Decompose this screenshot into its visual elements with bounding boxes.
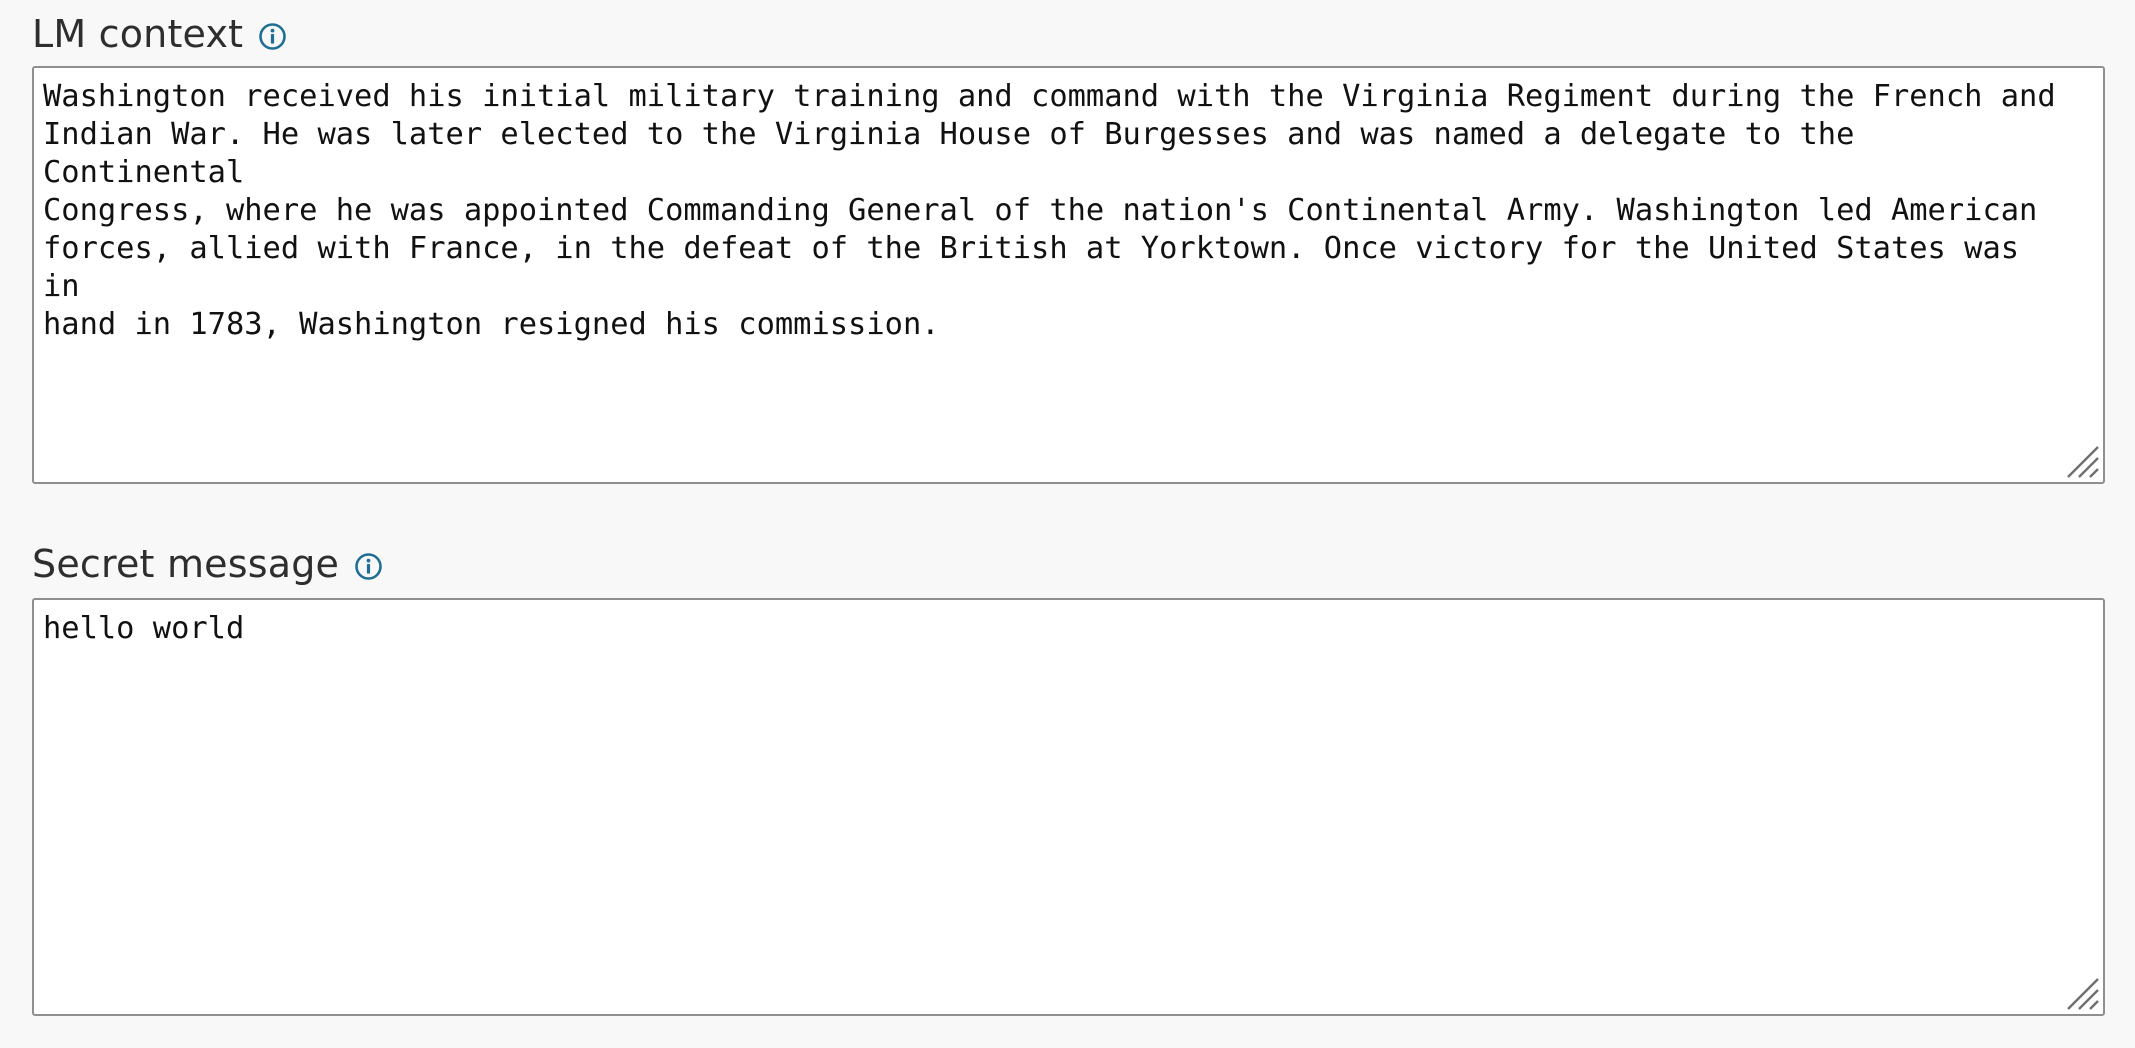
lm-context-textarea[interactable]: Washington received his initial military… bbox=[32, 66, 2105, 484]
info-circle-icon[interactable] bbox=[354, 552, 383, 581]
lm-context-value: Washington received his initial military… bbox=[43, 79, 2056, 342]
lm-context-label-row: LM context bbox=[32, 8, 2105, 60]
secret-message-label-row: Secret message bbox=[32, 538, 2105, 590]
resize-grip-icon[interactable] bbox=[2065, 444, 2099, 478]
info-circle-icon[interactable] bbox=[258, 22, 287, 51]
secret-message-value: hello world bbox=[43, 611, 245, 646]
secret-message-label: Secret message bbox=[32, 542, 340, 586]
lm-context-label: LM context bbox=[32, 12, 244, 56]
lm-context-field: LM context Washington received his initi… bbox=[32, 8, 2105, 484]
secret-message-field: Secret message hello world bbox=[32, 538, 2105, 1016]
secret-message-textarea[interactable]: hello world bbox=[32, 598, 2105, 1016]
form-page: LM context Washington received his initi… bbox=[0, 0, 2135, 1048]
resize-grip-icon[interactable] bbox=[2065, 976, 2099, 1010]
